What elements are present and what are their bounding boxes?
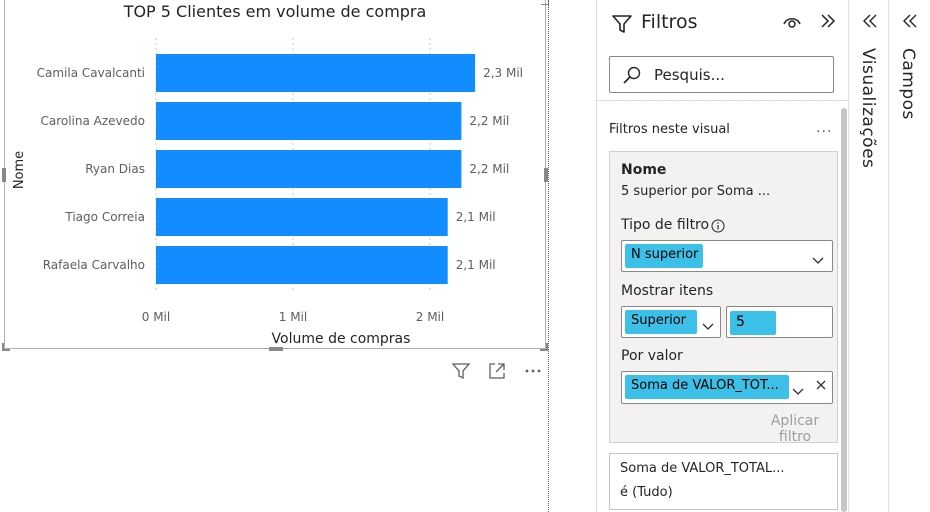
visualizations-pane-label[interactable]: Visualizações [858, 48, 878, 168]
data-label: 2,1 Mil [456, 258, 496, 272]
category-label: Ryan Dias [85, 162, 145, 176]
data-label: 2,3 Mil [483, 66, 523, 80]
x-axis-title: Volume de compras [272, 331, 411, 347]
x-tick-label: 1 Mil [279, 310, 307, 324]
filters-title: Filtros [641, 11, 698, 33]
y-axis-title: Nome [12, 151, 27, 189]
x-tick-label: 2 Mil [416, 310, 444, 324]
filter-card-summary: é (Tudo) [620, 485, 673, 500]
filter-card-name: Nome [621, 162, 667, 178]
chevron-down-icon[interactable] [792, 382, 804, 401]
visualizations-pane[interactable]: Visualizações [848, 0, 888, 512]
direction-value: Superior [625, 310, 697, 334]
chevron-down-icon [812, 251, 824, 270]
fields-pane-label[interactable]: Campos [898, 48, 918, 120]
search-input[interactable] [654, 64, 824, 86]
bar [156, 246, 448, 284]
divider [597, 100, 849, 101]
by-value-value: Soma de VALOR_TOT... [625, 375, 789, 399]
eye-icon[interactable] [781, 11, 803, 37]
chart-title: TOP 5 Clientes em volume de compra [123, 2, 427, 21]
expand-pane-icon[interactable] [861, 12, 879, 34]
fields-pane[interactable]: Campos [888, 0, 930, 512]
filters-pane: Filtros Filtros neste visual ... Nome 5 … [596, 0, 849, 512]
by-value-field[interactable]: Soma de VALOR_TOT... [621, 371, 833, 404]
show-items-label: Mostrar itens [621, 283, 714, 299]
bar [156, 102, 462, 140]
filter-card[interactable]: Nome 5 superior por Soma ... Tipo de fil… [609, 151, 838, 445]
filter-card-name: Soma de VALOR_TOTAL... [620, 461, 785, 476]
filter-card-secondary[interactable]: Soma de VALOR_TOTAL... é (Tudo) [609, 453, 838, 510]
page-boundary [548, 0, 549, 512]
filter-card-summary: 5 superior por Soma ... [621, 184, 771, 199]
data-label: 2,2 Mil [469, 114, 509, 128]
bar [156, 54, 476, 92]
chevron-down-icon [702, 317, 714, 336]
filter-type-dropdown[interactable]: N superior [621, 240, 833, 272]
filter-icon[interactable] [448, 358, 474, 384]
category-label: Carolina Azevedo [40, 114, 145, 128]
visual-header-icons [448, 358, 546, 384]
expand-pane-icon[interactable] [901, 12, 919, 34]
bar-chart: TOP 5 Clientes em volume de compra Nome … [12, 2, 523, 347]
scrollbar[interactable] [841, 108, 847, 512]
bar [156, 198, 448, 236]
search-box[interactable] [609, 56, 834, 93]
more-options-icon[interactable] [520, 358, 546, 384]
apply-filter-button[interactable]: Aplicar filtro [753, 413, 837, 445]
data-label: 2,2 Mil [469, 162, 509, 176]
section-more-options[interactable]: ... [816, 120, 832, 136]
category-label: Camila Cavalcanti [37, 66, 145, 80]
collapse-pane-icon[interactable] [817, 10, 839, 36]
by-value-label: Por valor [621, 348, 683, 364]
category-label: Tiago Correia [64, 210, 145, 224]
focus-mode-icon[interactable] [484, 358, 510, 384]
direction-dropdown[interactable]: Superior [621, 306, 721, 338]
search-icon [622, 65, 642, 89]
x-tick-label: 0 Mil [142, 310, 170, 324]
item-count-value: 5 [730, 311, 776, 335]
section-label: Filtros neste visual [609, 122, 730, 137]
filters-header: Filtros [597, 0, 849, 46]
bar [156, 150, 462, 188]
info-icon[interactable] [711, 218, 725, 237]
close-icon[interactable] [815, 379, 827, 395]
data-label: 2,1 Mil [456, 210, 496, 224]
item-count-input[interactable]: 5 [726, 306, 833, 338]
report-canvas: TOP 5 Clientes em volume de compra Nome … [0, 0, 596, 512]
category-label: Rafaela Carvalho [43, 258, 145, 272]
filter-icon [611, 13, 633, 39]
filter-type-label: Tipo de filtro [621, 217, 710, 233]
filter-type-value: N superior [625, 244, 703, 268]
